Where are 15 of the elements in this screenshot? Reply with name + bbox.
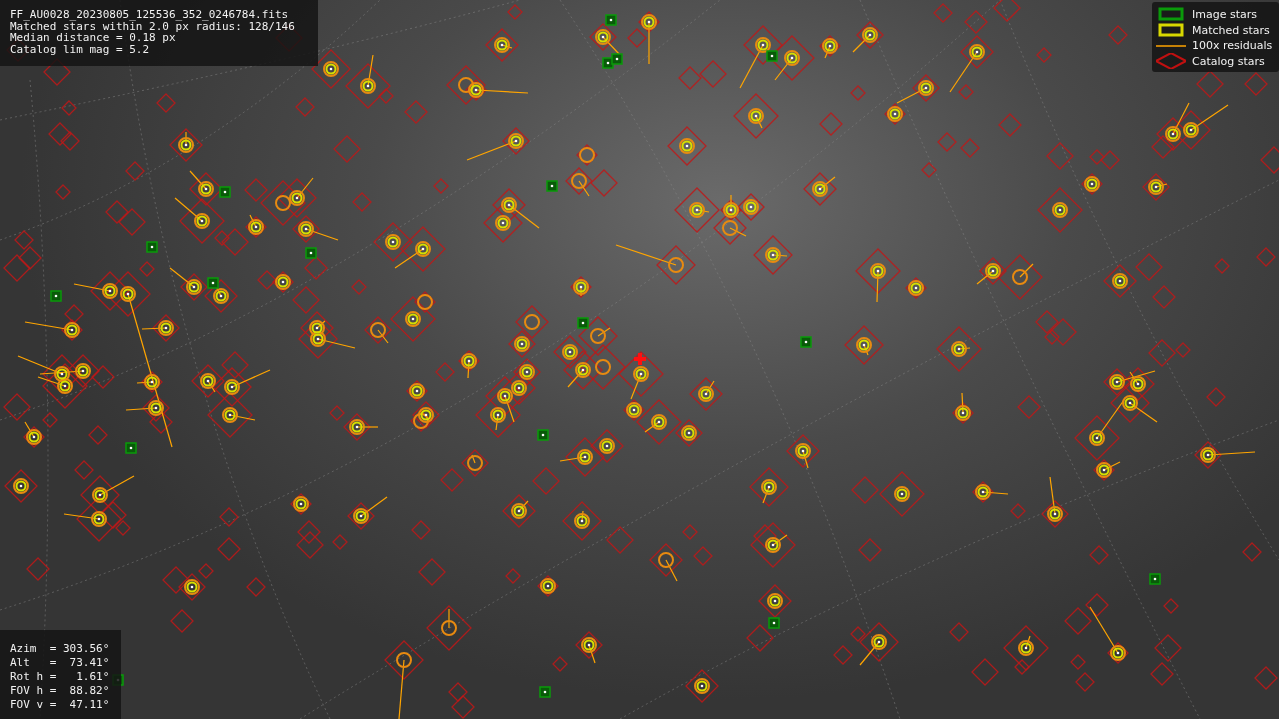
pointing-text: FOV v = 47.11° — [10, 698, 111, 712]
pointing-text: Rot h = 1.61° — [10, 670, 111, 684]
pointing-text: Alt = 73.41° — [10, 656, 111, 670]
info-text: Catalog lim mag = 5.2 — [10, 43, 151, 55]
info-text: FF_AU0028_20230805_125536_352_0246784.fits — [10, 9, 290, 21]
legend-label: 100x residuals — [1192, 38, 1273, 53]
legend-label: Matched stars — [1192, 22, 1270, 38]
legend-label: Image stars — [1192, 6, 1257, 22]
pointing-text: Azim = 303.56° — [10, 642, 111, 656]
info-text: Matched stars within 2.0 px radius: 128/146 — [10, 20, 296, 32]
residual-line-icon — [1156, 44, 1186, 47]
diamond-icon — [1156, 53, 1186, 69]
info-text: Median distance = 0.18 px — [10, 32, 176, 44]
legend-label: Catalog stars — [1192, 53, 1265, 69]
pointing-text: FOV h = 88.82° — [10, 684, 111, 698]
